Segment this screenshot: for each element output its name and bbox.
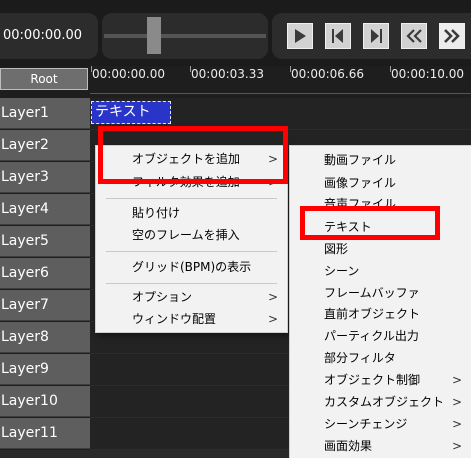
menu-item-label: パーティクル出力 — [324, 329, 419, 343]
layer-label[interactable]: Layer8 — [0, 322, 90, 353]
layer-label[interactable]: Layer11 — [0, 418, 90, 449]
menu-item-options[interactable]: オプション > — [96, 287, 287, 307]
rewind-button[interactable] — [401, 23, 427, 49]
layer-label[interactable]: Layer10 — [0, 386, 90, 417]
menu-item-label: グリッド(BPM)の表示 — [132, 260, 252, 274]
menu-item-label: シーンチェンジ — [324, 417, 408, 431]
timecode-display: 00:00:00.00 — [0, 13, 98, 59]
submenu-item-image-file[interactable]: 画像ファイル — [290, 173, 471, 193]
menu-item-label: シーン — [324, 264, 360, 278]
submenu-arrow-icon: > — [451, 373, 462, 387]
layer-label[interactable]: Layer3 — [0, 162, 90, 193]
menu-item-label: カスタムオブジェクト — [324, 395, 445, 409]
ruler-label: 00:00:03.33 — [191, 67, 264, 81]
menu-separator — [106, 198, 277, 199]
menu-item-label: 図形 — [324, 242, 349, 256]
submenu-item-custom-object[interactable]: カスタムオブジェクト > — [290, 392, 471, 412]
submenu-item-scene[interactable]: シーン — [290, 261, 471, 281]
layer-label[interactable]: Layer2 — [0, 130, 90, 161]
timeline-ruler[interactable]: 00:00:00.00 00:00:03.33 00:00:06.66 00:0… — [90, 66, 471, 94]
step-back-icon — [332, 29, 343, 43]
highlight-box-add-object — [98, 126, 288, 184]
menu-item-label: オブジェクト制御 — [324, 373, 421, 387]
menu-item-label: 貼り付け — [132, 206, 181, 220]
submenu-item-object-control[interactable]: オブジェクト制御 > — [290, 370, 471, 390]
text-object-clip[interactable]: テキスト — [91, 101, 171, 124]
submenu-item-particle-output[interactable]: パーティクル出力 — [290, 326, 471, 346]
submenu-item-screen-effect[interactable]: 画面効果 > — [290, 436, 471, 456]
submenu-item-video-file[interactable]: 動画ファイル — [290, 150, 471, 170]
submenu-arrow-icon: > — [267, 312, 278, 326]
submenu-item-shape[interactable]: 図形 — [290, 239, 471, 259]
rewind-icon — [406, 29, 422, 43]
step-back-button[interactable] — [325, 23, 351, 49]
layer-label[interactable]: Layer7 — [0, 290, 90, 321]
highlight-box-text — [300, 206, 440, 240]
seek-slider-thumb[interactable] — [147, 17, 161, 54]
menu-item-label: フレームバッファ — [324, 286, 420, 300]
menu-item-insert-empty-frame[interactable]: 空のフレームを挿入 — [96, 225, 287, 245]
step-forward-icon — [371, 29, 382, 43]
play-button[interactable] — [287, 23, 313, 49]
menu-item-show-grid[interactable]: グリッド(BPM)の表示 — [96, 257, 287, 277]
menu-item-label: オプション — [132, 290, 193, 304]
layer-label[interactable]: Layer9 — [0, 354, 90, 385]
ruler-label: 00:00:00.00 — [92, 67, 165, 81]
menu-item-label: 動画ファイル — [324, 153, 397, 167]
menu-item-label: 空のフレームを挿入 — [132, 228, 240, 242]
submenu-item-scene-change[interactable]: シーンチェンジ > — [290, 414, 471, 434]
ruler-label: 00:00:06.66 — [291, 67, 364, 81]
fast-forward-button[interactable] — [439, 23, 465, 49]
layer-label[interactable]: Layer4 — [0, 194, 90, 225]
step-forward-button[interactable] — [363, 23, 389, 49]
seek-slider-track[interactable] — [104, 34, 266, 38]
menu-item-label: 画像ファイル — [324, 176, 397, 190]
fast-forward-icon — [444, 29, 460, 43]
menu-item-window-layout[interactable]: ウィンドウ配置 > — [96, 309, 287, 329]
submenu-arrow-icon: > — [451, 417, 462, 431]
submenu-item-previous-object[interactable]: 直前オブジェクト — [290, 304, 471, 324]
menu-separator — [106, 251, 277, 252]
submenu-arrow-icon: > — [451, 439, 462, 453]
menu-separator — [106, 283, 277, 284]
menu-item-paste[interactable]: 貼り付け — [96, 203, 287, 223]
submenu-arrow-icon: > — [451, 395, 462, 409]
play-icon — [295, 29, 306, 43]
menu-item-label: 部分フィルタ — [324, 351, 396, 365]
menu-item-label: 直前オブジェクト — [324, 307, 421, 321]
ruler-label: 00:00:10.00 — [391, 67, 464, 81]
submenu-arrow-icon: > — [267, 290, 278, 304]
submenu-item-frame-buffer[interactable]: フレームバッファ — [290, 283, 471, 303]
layer-label[interactable]: Layer1 — [0, 98, 90, 129]
root-button[interactable]: Root — [0, 68, 88, 90]
menu-item-label: ウィンドウ配置 — [132, 312, 217, 326]
add-object-submenu: 動画ファイル 画像ファイル 音声ファイル テキスト 図形 シーン フレームバッフ… — [289, 145, 471, 458]
layer-label[interactable]: Layer6 — [0, 258, 90, 289]
layer-label[interactable]: Layer5 — [0, 226, 90, 257]
menu-item-label: 画面効果 — [324, 439, 373, 453]
submenu-item-partial-filter[interactable]: 部分フィルタ — [290, 348, 471, 368]
